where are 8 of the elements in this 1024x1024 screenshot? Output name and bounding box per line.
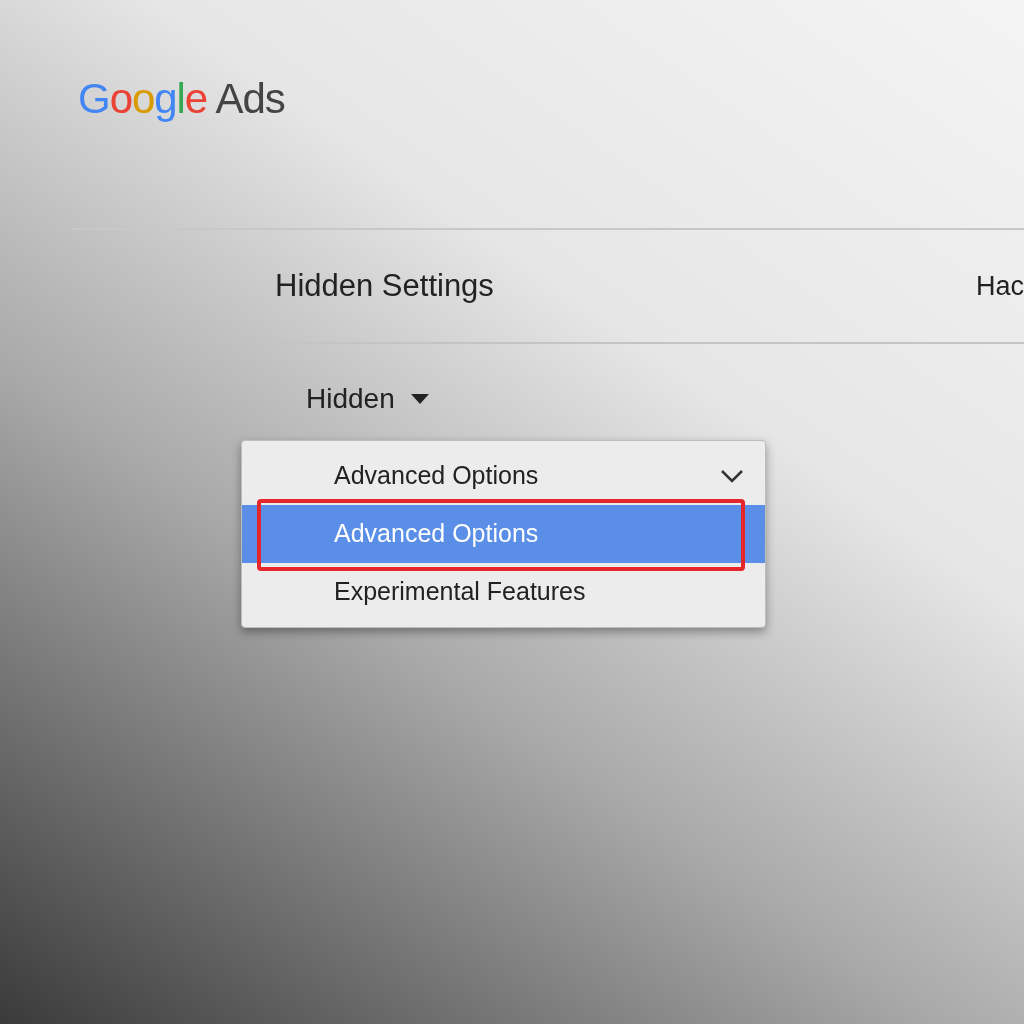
chevron-down-icon: [721, 469, 743, 483]
menu-header[interactable]: Advanced Options: [242, 447, 765, 505]
header-text: Hac: [976, 269, 1024, 303]
hidden-dropdown[interactable]: Hidden: [306, 378, 429, 420]
google-ads-logo: Google Ads: [78, 78, 285, 120]
caret-down-icon: [410, 394, 429, 404]
page-title: Hidden Settings: [275, 266, 494, 305]
menu-item[interactable]: Experimental Features: [242, 563, 765, 621]
